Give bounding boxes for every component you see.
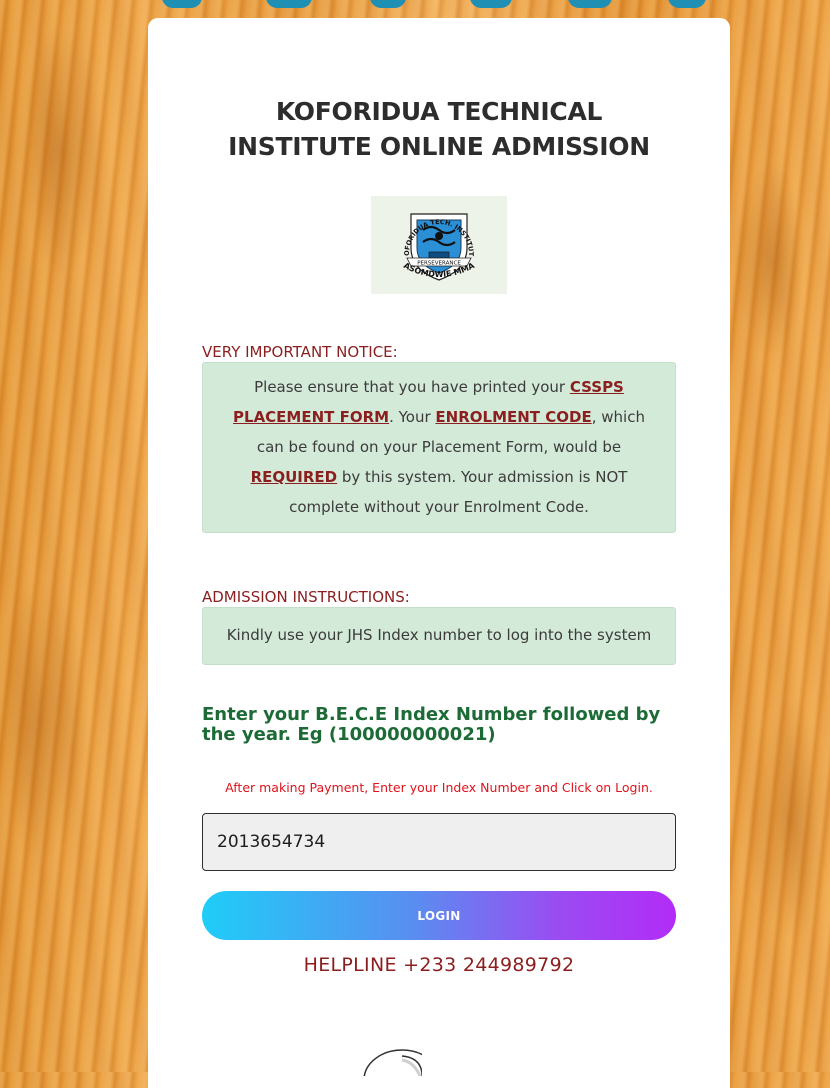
enrolment-code-link[interactable]: ENROLMENT CODE	[435, 408, 591, 426]
admission-card: KOFORIDUA TECHNICAL INSTITUTE ONLINE ADM…	[148, 18, 730, 1088]
partial-hand-image	[252, 1036, 422, 1076]
required-link[interactable]: REQUIRED	[251, 468, 338, 486]
title-line-1: KOFORIDUA TECHNICAL	[275, 97, 603, 126]
important-notice-box: Please ensure that you have printed your…	[202, 362, 676, 533]
header-strip-clipped	[148, 0, 730, 12]
instructions-box: Kindly use your JHS Index number to log …	[202, 607, 676, 665]
bece-index-label: Enter your B.E.C.E Index Number followed…	[202, 704, 661, 745]
index-number-input[interactable]	[202, 813, 676, 871]
page-title: KOFORIDUA TECHNICAL INSTITUTE ONLINE ADM…	[202, 94, 676, 164]
login-button[interactable]: LOGIN	[202, 891, 676, 940]
instructions-heading: ADMISSION INSTRUCTIONS:	[202, 588, 410, 606]
helpline-text: HELPLINE +233 244989792	[303, 954, 575, 976]
notice-text-1: Please ensure that you have printed your	[254, 378, 570, 396]
notice-text-2: . Your	[389, 408, 436, 426]
notice-heading: VERY IMPORTANT NOTICE:	[202, 343, 398, 361]
notice-text-4: by this system. Your admission is NOT co…	[289, 468, 628, 516]
school-crest-logo: PERSEVERANCE KOFORIDUA TECH. INSTITUTE A…	[371, 196, 507, 294]
title-line-2: INSTITUTE ONLINE ADMISSION	[228, 132, 650, 161]
instructions-text: Kindly use your JHS Index number to log …	[226, 626, 652, 644]
payment-instruction-note: After making Payment, Enter your Index N…	[225, 780, 653, 795]
crest-ribbon-text: PERSEVERANCE	[417, 261, 461, 267]
